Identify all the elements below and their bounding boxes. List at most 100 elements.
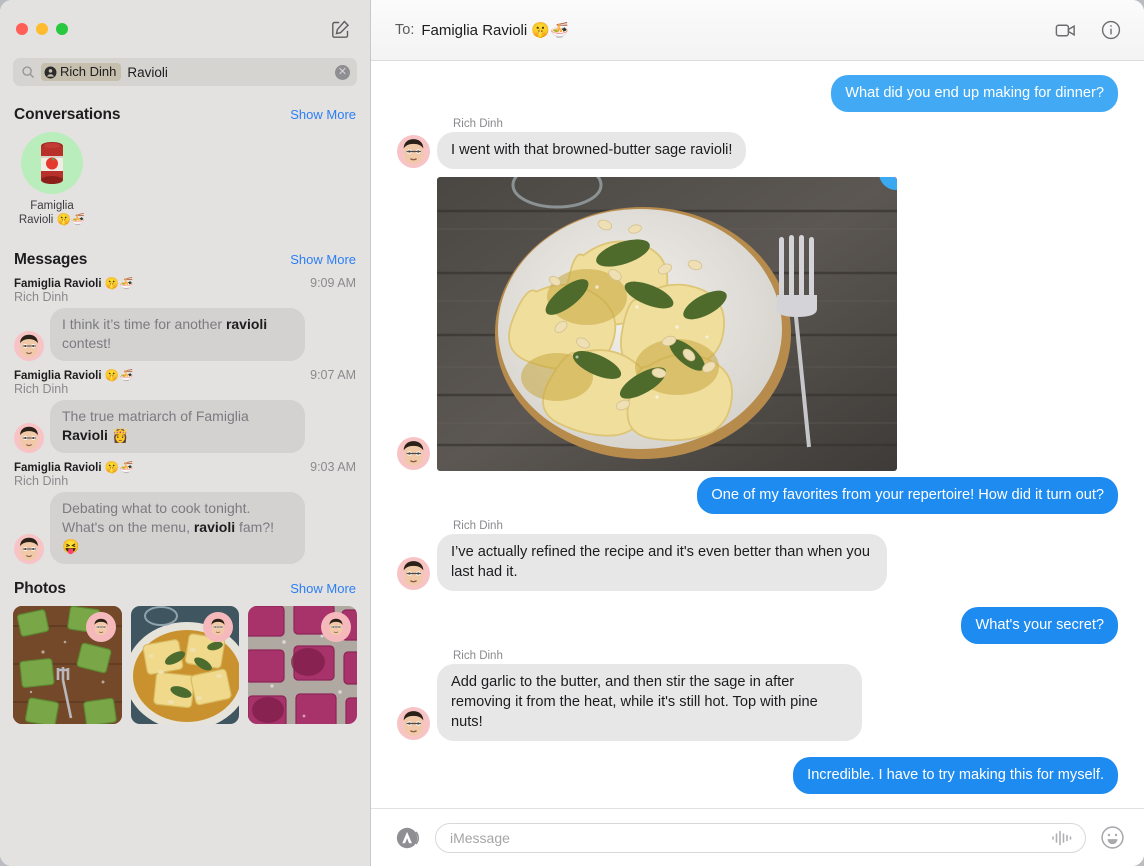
image-attachment[interactable]	[437, 177, 897, 471]
photo-sender-avatar	[85, 612, 116, 642]
section-header-photos: Photos Show More	[0, 570, 370, 604]
avatar	[14, 423, 44, 453]
minimize-button[interactable]	[36, 23, 48, 35]
search-result-group: Famiglia Ravioli 🤫🍜	[14, 278, 134, 290]
avatar	[397, 135, 430, 168]
conversation-name-line2: Ravioli 🤫🍜	[18, 213, 86, 226]
message-bubble-incoming[interactable]: Add garlic to the butter, and then stir …	[437, 664, 862, 741]
message-row-outgoing: Incredible. I have to try making this fo…	[397, 757, 1118, 794]
section-header-messages: Messages Show More	[0, 241, 370, 275]
search-result-message[interactable]: Famiglia Ravioli 🤫🍜 9:03 AM Rich Dinh Deba…	[0, 459, 370, 570]
message-row-outgoing: What did you end up making for dinner?	[397, 75, 1118, 112]
search-token-label: Rich Dinh	[60, 64, 117, 79]
search-result-message[interactable]: Famiglia Ravioli 🤫🍜 9:09 AM Rich Dinh I th…	[0, 275, 370, 367]
photos-list	[0, 604, 370, 738]
section-header-conversations: Conversations Show More	[0, 96, 370, 130]
search-result-bubble[interactable]: Debating what to cook tonight. What's on…	[50, 492, 305, 564]
compose-icon[interactable]	[328, 17, 352, 41]
photo-sender-avatar	[321, 612, 352, 642]
show-more-conversations[interactable]: Show More	[290, 107, 356, 122]
search-result-sender: Rich Dinh	[14, 290, 69, 304]
message-row-incoming: I went with that browned-butter sage rav…	[397, 132, 1118, 169]
tomato-can-icon	[41, 142, 63, 184]
search-icon	[21, 65, 35, 79]
message-row-attachment	[397, 177, 1118, 471]
search-result-bubble-row: Debating what to cook tonight. What's on…	[14, 492, 356, 564]
search-container: Rich Dinh Ravioli ✕	[0, 58, 370, 96]
message-thread: What did you end up making for dinner? R…	[371, 61, 1144, 808]
header-actions	[1052, 17, 1124, 43]
message-sender-label: Rich Dinh	[453, 650, 503, 662]
avatar	[397, 557, 430, 590]
audio-waveform-icon[interactable]	[1051, 829, 1073, 847]
message-bubble-outgoing[interactable]: What's your secret?	[961, 607, 1118, 644]
search-result-sender: Rich Dinh	[14, 474, 69, 488]
search-result-group: Famiglia Ravioli 🤫🍜	[14, 370, 134, 382]
zoom-button[interactable]	[56, 23, 68, 35]
sidebar-titlebar	[0, 0, 370, 58]
show-more-messages[interactable]: Show More	[290, 252, 356, 267]
message-results-list: Famiglia Ravioli 🤫🍜 9:09 AM Rich Dinh I th…	[0, 275, 370, 570]
message-row-outgoing: One of my favorites from your repertoire…	[397, 477, 1118, 514]
person-circle-icon	[44, 66, 57, 79]
message-bubble-outgoing[interactable]: Incredible. I have to try making this fo…	[793, 757, 1118, 794]
sidebar-results: Conversations Show More Famiglia Ravioli…	[0, 96, 370, 866]
result-text-after: contest!	[62, 335, 112, 351]
result-text-highlight: ravioli	[193, 519, 236, 535]
search-result-time: 9:07 AM	[310, 368, 356, 382]
close-button[interactable]	[16, 23, 28, 35]
clear-icon[interactable]: ✕	[335, 64, 350, 80]
window-controls	[16, 23, 68, 35]
search-query-text: Ravioli	[127, 64, 168, 80]
search-result-bubble-row: The true matriarch of Famiglia Ravioli 👸	[14, 400, 356, 453]
conversations-list: Famiglia Ravioli 🤫🍜	[0, 130, 370, 241]
info-circle-icon[interactable]	[1098, 17, 1124, 43]
message-row-incoming: Add garlic to the butter, and then stir …	[397, 664, 1118, 741]
conversation-pane: To: Famiglia Ravioli 🤫🍜 What did you end…	[371, 0, 1144, 866]
search-input[interactable]: Rich Dinh Ravioli ✕	[13, 58, 357, 86]
message-bubble-incoming[interactable]: I’ve actually refined the recipe and it'…	[437, 534, 887, 591]
avatar	[14, 331, 44, 361]
message-row-incoming: I’ve actually refined the recipe and it'…	[397, 534, 1118, 591]
conversation-item-famiglia-ravioli[interactable]: Famiglia Ravioli 🤫🍜	[14, 132, 90, 227]
search-result-bubble[interactable]: I think it’s time for another ravioli co…	[50, 308, 305, 361]
show-more-photos[interactable]: Show More	[290, 581, 356, 596]
message-bubble-incoming[interactable]: I went with that browned-butter sage rav…	[437, 132, 747, 169]
emoji-smiley-icon[interactable]	[1100, 825, 1126, 851]
message-input[interactable]: iMessage	[435, 822, 1086, 853]
to-label: To:	[395, 22, 415, 38]
message-bubble-outgoing[interactable]: What did you end up making for dinner?	[831, 75, 1118, 112]
message-sender-label: Rich Dinh	[453, 118, 503, 130]
message-row-outgoing: What's your secret?	[397, 607, 1118, 644]
search-result-message[interactable]: Famiglia Ravioli 🤫🍜 9:07 AM Rich Dinh The …	[0, 367, 370, 459]
conversation-header: To: Famiglia Ravioli 🤫🍜	[371, 0, 1144, 61]
conversation-name: Famiglia Ravioli 🤫🍜	[13, 200, 91, 227]
section-title: Photos	[14, 580, 66, 597]
conversation-avatar	[21, 132, 83, 194]
search-result-bubble-row: I think it’s time for another ravioli co…	[14, 308, 356, 361]
result-text-before: I think it’s time for another	[62, 316, 226, 332]
photo-thumbnail[interactable]	[13, 606, 122, 724]
result-text-highlight: ravioli	[225, 316, 268, 332]
message-bubble-outgoing[interactable]: One of my favorites from your repertoire…	[697, 477, 1118, 514]
message-sender-label: Rich Dinh	[453, 520, 503, 532]
photo-thumbnail[interactable]	[130, 606, 240, 724]
section-title: Messages	[14, 251, 88, 268]
photo-thumbnail[interactable]	[248, 606, 358, 724]
search-result-meta: Famiglia Ravioli 🤫🍜 9:09 AM	[14, 276, 356, 290]
app-store-icon[interactable]	[395, 825, 421, 851]
search-result-bubble[interactable]: The true matriarch of Famiglia Ravioli 👸	[50, 400, 305, 453]
message-composer: iMessage	[371, 808, 1144, 866]
section-title: Conversations	[14, 106, 121, 123]
result-text-highlight: Ravioli	[62, 427, 108, 443]
avatar	[397, 437, 430, 470]
search-result-time: 9:09 AM	[310, 276, 356, 290]
search-result-sender: Rich Dinh	[14, 382, 69, 396]
avatar	[14, 534, 44, 564]
search-token-contact[interactable]: Rich Dinh	[41, 63, 122, 81]
recipient-name[interactable]: Famiglia Ravioli 🤫🍜	[421, 21, 568, 39]
messages-window: Rich Dinh Ravioli ✕ Conversations Show M…	[0, 0, 1144, 866]
search-result-meta: Famiglia Ravioli 🤫🍜 9:07 AM	[14, 368, 356, 382]
avatar	[397, 707, 430, 740]
video-camera-icon[interactable]	[1052, 17, 1078, 43]
